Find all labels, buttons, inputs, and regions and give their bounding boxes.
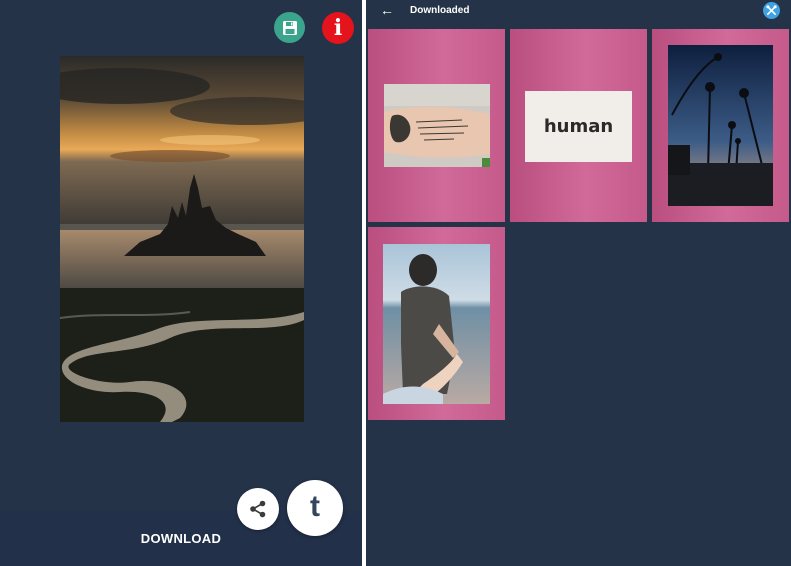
thumbnail-hand-holding — [383, 244, 490, 404]
shirt-text: human — [543, 116, 614, 137]
downloaded-item-palm-trees[interactable] — [652, 29, 789, 222]
downloaded-item-tattoo[interactable] — [368, 29, 505, 222]
thumbnail-human-shirt: human — [525, 91, 632, 162]
info-button[interactable]: i — [322, 12, 354, 44]
share-icon — [250, 500, 266, 518]
castle-sunset-photo — [60, 56, 304, 422]
tools-button[interactable] — [763, 2, 780, 19]
wallpaper-preview-pane: i DOWNLOAD t — [0, 0, 362, 566]
tumblr-icon: t — [310, 490, 320, 523]
tumblr-button[interactable]: t — [287, 480, 343, 536]
wallpaper-image[interactable] — [60, 56, 304, 422]
downloaded-item-human[interactable]: human — [510, 29, 647, 222]
thumbnail-palm-trees — [668, 45, 773, 206]
downloaded-screen: ← Downloaded human — [366, 0, 791, 566]
floppy-disk-icon — [282, 20, 297, 35]
info-icon: i — [333, 15, 343, 41]
share-button[interactable] — [237, 488, 279, 530]
back-arrow-icon[interactable]: ← — [380, 2, 394, 18]
downloaded-item-hand-holding[interactable] — [368, 227, 505, 420]
page-title: Downloaded — [410, 5, 470, 16]
save-button[interactable] — [274, 12, 305, 43]
app-bar: ← Downloaded — [366, 0, 791, 24]
thumbnail-tattoo-arm — [384, 84, 490, 167]
tools-icon — [766, 5, 777, 15]
